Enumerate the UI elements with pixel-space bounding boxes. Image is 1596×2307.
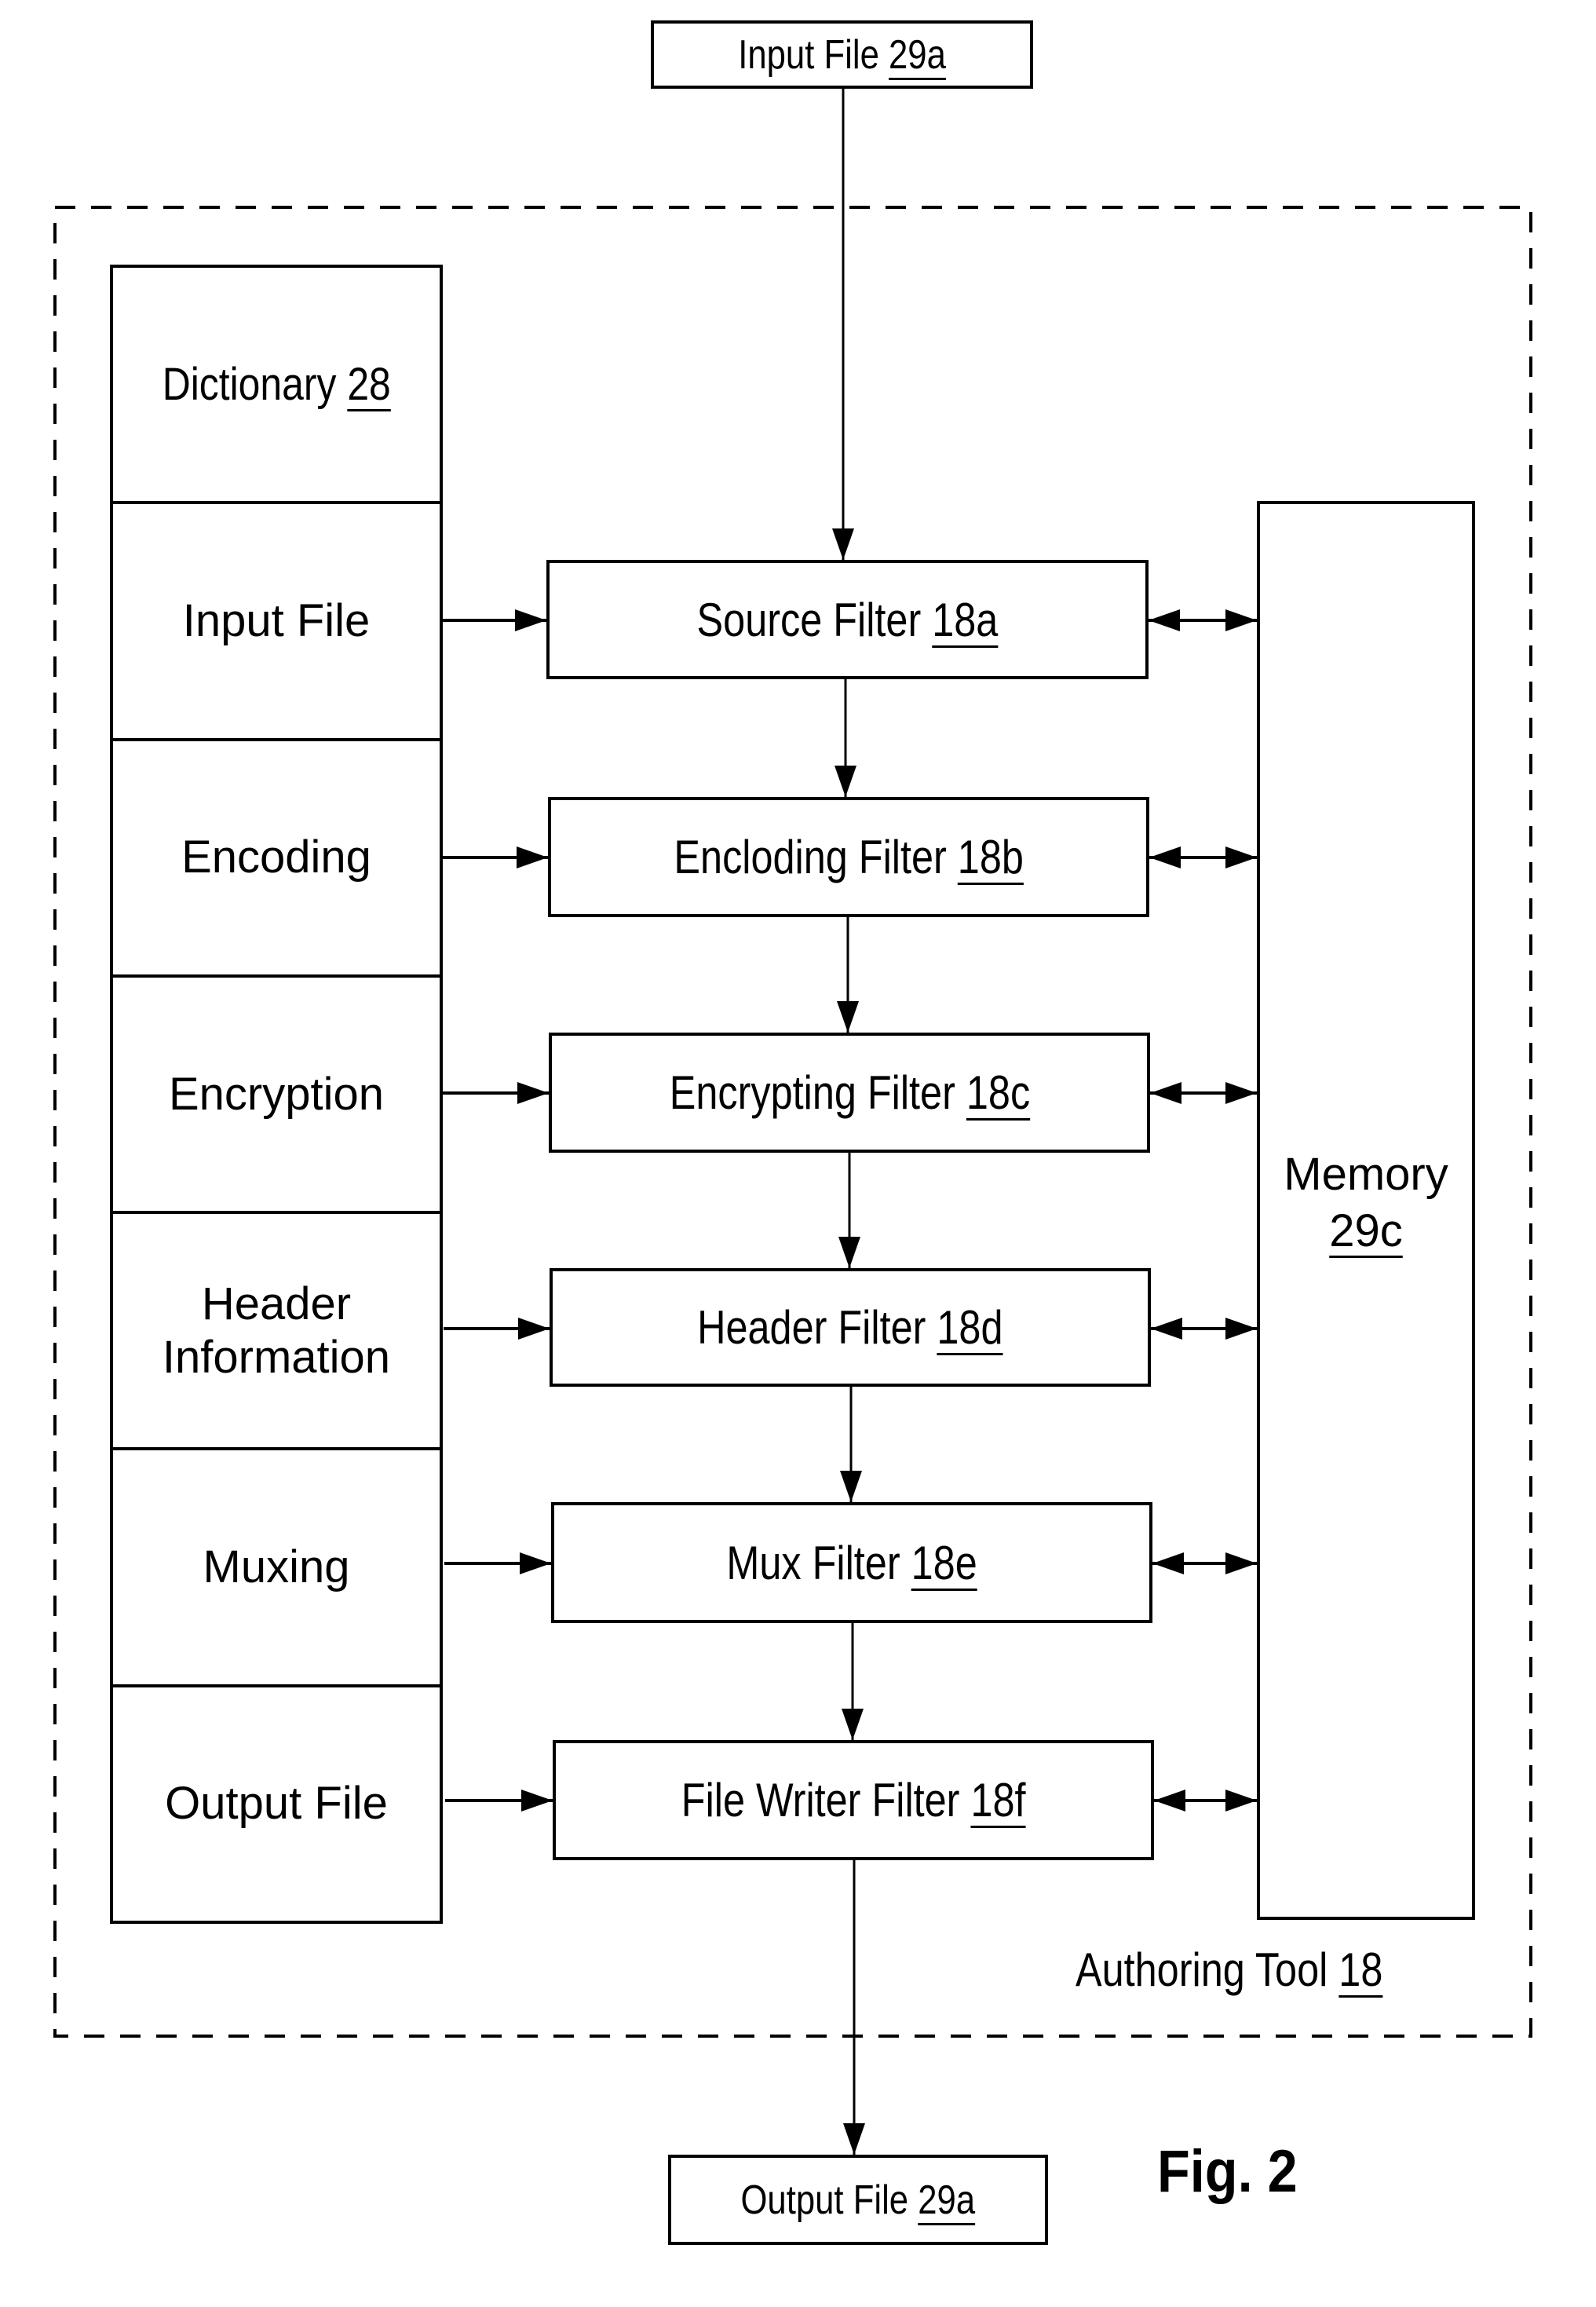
dictionary-entry-header-information: Header Information <box>113 1214 440 1451</box>
source-filter-box: Source Filter 18a <box>546 560 1149 679</box>
figure-caption: Fig. 2 <box>1157 2138 1298 2205</box>
header-filter-box: Header Filter 18d <box>550 1268 1151 1387</box>
encrypting-filter-box: Encrypting Filter 18c <box>549 1033 1150 1153</box>
dictionary-entry-encryption: Encryption <box>113 978 440 1215</box>
dictionary-entry-output-file: Output File <box>113 1687 440 1925</box>
dictionary-entry-encoding: Encoding <box>113 741 440 978</box>
dictionary-ref: 28 <box>347 358 391 410</box>
input-file-ref: 29a <box>888 31 946 78</box>
dictionary-header: Dictionary 28 <box>113 268 440 505</box>
output-file-box: Output File 29a <box>668 2155 1048 2245</box>
dictionary-column: Dictionary 28 Input File Encoding Encryp… <box>110 265 443 1925</box>
authoring-tool-label: Authoring Tool 18 <box>1076 1943 1383 1996</box>
encoding-filter-box: Encloding Filter 18b <box>548 797 1149 917</box>
dictionary-entry-muxing: Muxing <box>113 1450 440 1687</box>
memory-ref: 29c <box>1329 1205 1403 1256</box>
memory-label: Memory <box>1284 1148 1448 1200</box>
input-file-label: Input File 29a <box>738 31 946 78</box>
file-writer-filter-box: File Writer Filter 18f <box>553 1740 1154 1860</box>
mux-filter-box: Mux Filter 18e <box>551 1502 1152 1623</box>
output-file-ref: 29a <box>918 2177 976 2223</box>
memory-box: Memory 29c <box>1257 501 1475 1920</box>
output-file-label: Output File 29a <box>740 2177 976 2223</box>
input-file-box: Input File 29a <box>651 20 1033 89</box>
dictionary-entry-input-file: Input File <box>113 504 440 741</box>
fig-2-diagram: Input File 29a Dictionary 28 Input File … <box>0 0 1596 2307</box>
